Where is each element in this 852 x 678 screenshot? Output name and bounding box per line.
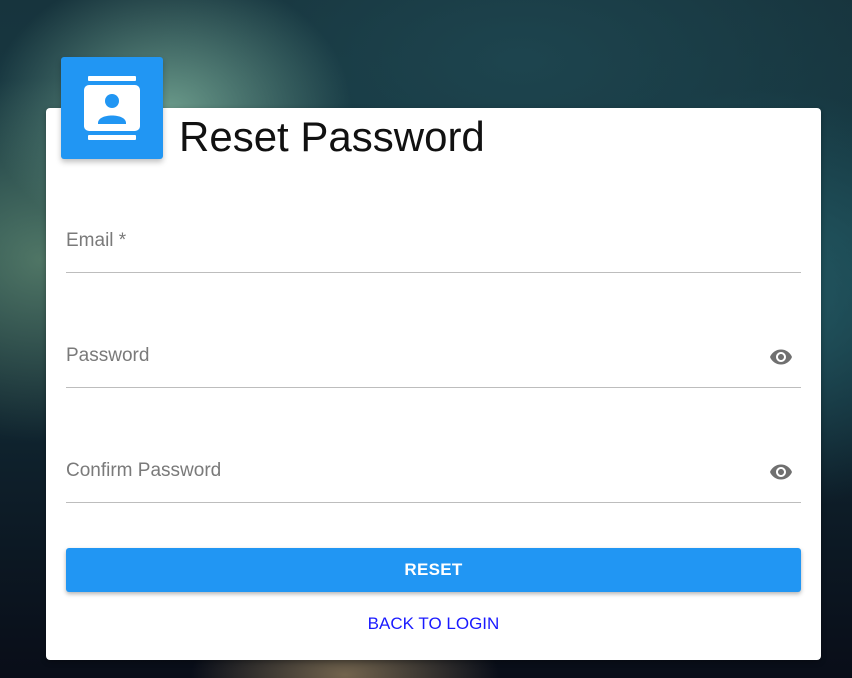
password-field[interactable]: Password	[66, 327, 801, 388]
email-input[interactable]	[66, 212, 756, 272]
reset-button[interactable]: RESET	[66, 548, 801, 592]
password-input[interactable]	[66, 327, 756, 387]
back-to-login-link[interactable]: BACK TO LOGIN	[66, 614, 801, 634]
email-field[interactable]: Email *	[66, 212, 801, 273]
eye-icon[interactable]	[767, 345, 795, 369]
confirm-password-input[interactable]	[66, 442, 756, 502]
contact-card-icon	[61, 57, 163, 159]
eye-icon[interactable]	[767, 460, 795, 484]
confirm-password-field[interactable]: Confirm Password	[66, 442, 801, 503]
page-title: Reset Password	[179, 113, 485, 160]
